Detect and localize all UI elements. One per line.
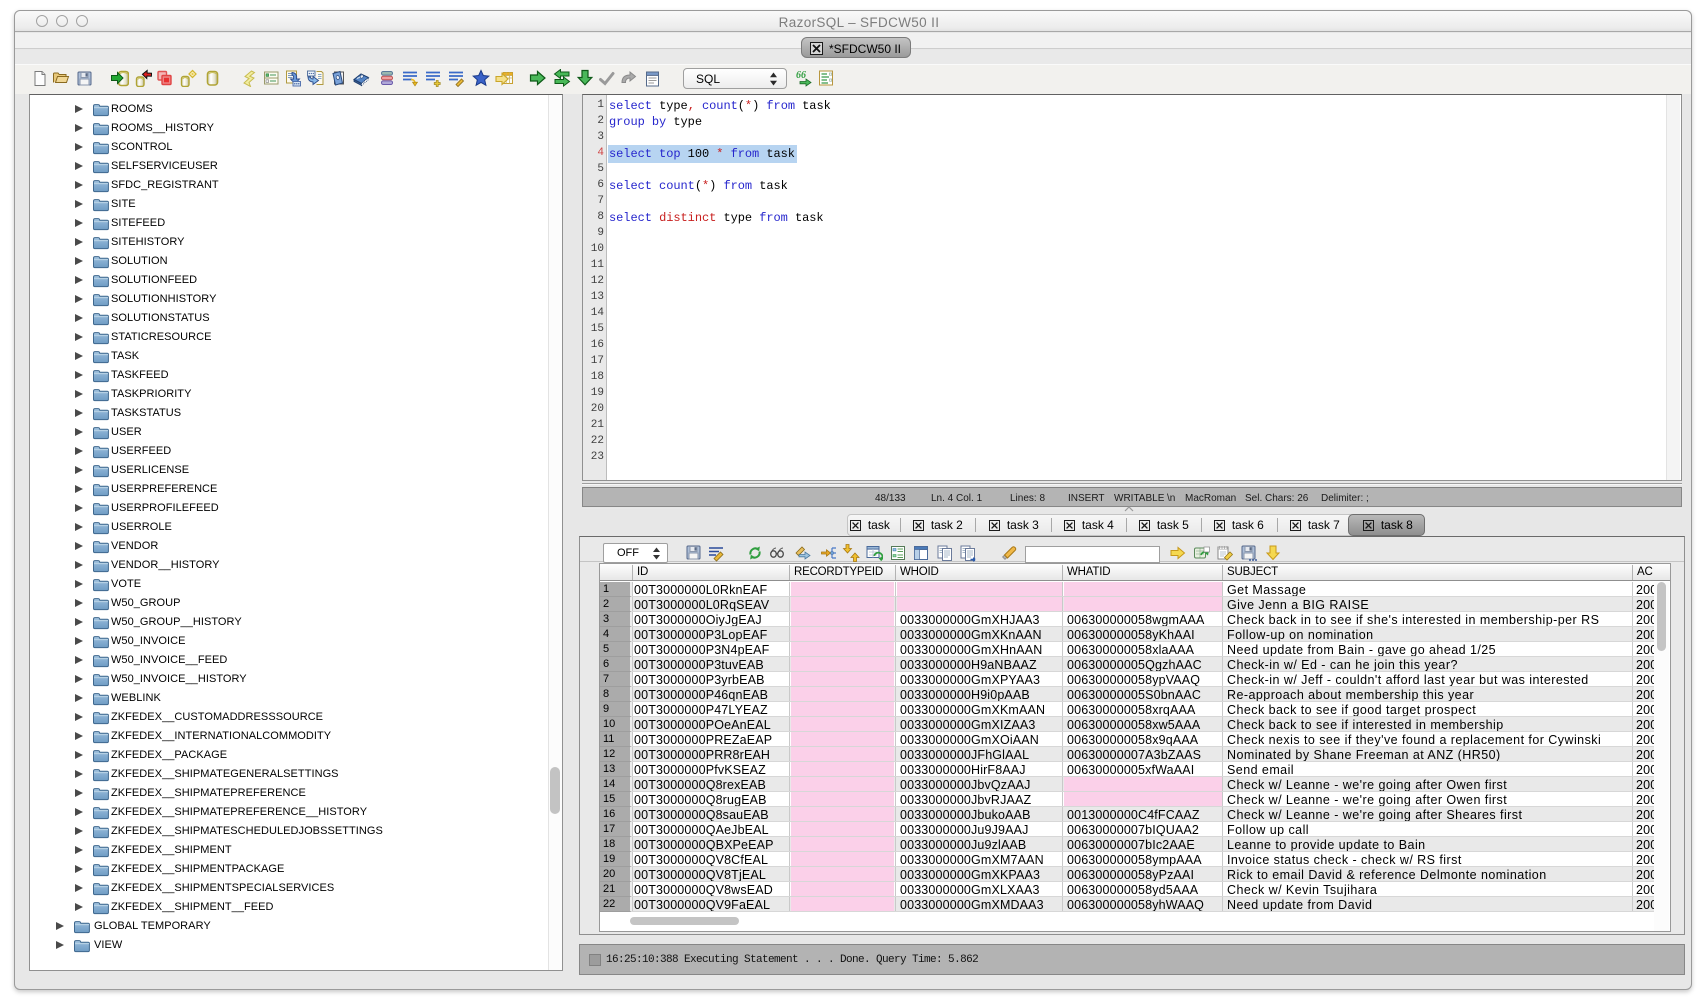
svg-text:66: 66 [796,70,806,81]
